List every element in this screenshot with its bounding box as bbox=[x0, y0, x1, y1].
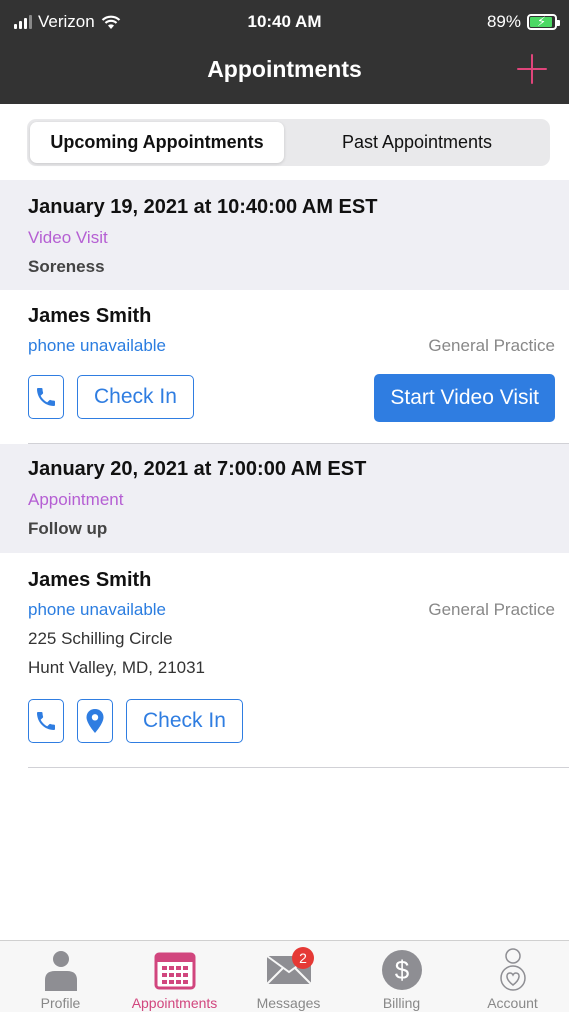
provider-name: James Smith bbox=[28, 569, 152, 591]
status-time: 10:40 AM bbox=[247, 12, 322, 31]
unread-badge: 2 bbox=[292, 947, 314, 969]
directions-button[interactable] bbox=[77, 699, 113, 743]
appointment-actions: Check In bbox=[28, 375, 194, 419]
address-line-2: Hunt Valley, MD, 21031 bbox=[28, 658, 206, 677]
provider-specialty: General Practice bbox=[428, 600, 555, 619]
divider bbox=[28, 767, 569, 768]
phone-icon bbox=[37, 712, 55, 730]
address-line-1: 225 Schilling Circle bbox=[28, 629, 173, 648]
provider-phone-link[interactable]: phone unavailable bbox=[28, 336, 166, 356]
tab-upcoming-appointments[interactable]: Upcoming Appointments bbox=[30, 122, 284, 163]
appointment-reason: Soreness bbox=[28, 257, 105, 276]
tab-past-appointments[interactable]: Past Appointments bbox=[287, 122, 547, 163]
appointments-segmented-control: Upcoming Appointments Past Appointments bbox=[27, 119, 550, 166]
start-video-visit-button[interactable]: Start Video Visit bbox=[374, 374, 555, 422]
appointment-type: Video Visit bbox=[28, 228, 108, 247]
appointment-type: Appointment bbox=[28, 490, 124, 509]
status-bar: Verizon 10:40 AM 89% ⚡ bbox=[0, 0, 569, 40]
tab-messages[interactable]: 2 Messages bbox=[232, 945, 345, 1011]
person-icon bbox=[44, 951, 77, 991]
map-pin-icon bbox=[86, 709, 104, 733]
check-in-button[interactable]: Check In bbox=[126, 699, 243, 743]
calendar-icon bbox=[154, 952, 195, 990]
appointment-header[interactable]: January 20, 2021 at 7:00:00 AM EST Appoi… bbox=[0, 444, 569, 553]
tab-profile[interactable]: Profile bbox=[4, 945, 117, 1011]
tab-bar: Profile Appointments 2 Messages $ Billin… bbox=[0, 940, 569, 1012]
appointment-details: James Smith phone unavailable General Pr… bbox=[0, 569, 569, 678]
tab-label: Appointments bbox=[131, 995, 218, 1011]
appointment-details: James Smith phone unavailable General Pr… bbox=[0, 305, 569, 356]
appointment-reason: Follow up bbox=[28, 519, 108, 538]
appointment-header[interactable]: January 19, 2021 at 10:40:00 AM EST Vide… bbox=[0, 180, 569, 290]
provider-phone-link[interactable]: phone unavailable bbox=[28, 600, 166, 620]
tab-label: Account bbox=[487, 995, 538, 1011]
top-bar: Verizon 10:40 AM 89% ⚡ Appointments bbox=[0, 0, 569, 104]
appointment-actions: Check In bbox=[28, 699, 243, 743]
tab-label: Messages bbox=[256, 995, 321, 1011]
tab-account[interactable]: Account bbox=[456, 945, 569, 1011]
check-in-button[interactable]: Check In bbox=[77, 375, 194, 419]
tab-label: Billing bbox=[382, 995, 421, 1011]
call-button[interactable] bbox=[28, 699, 64, 743]
appointment-datetime: January 19, 2021 at 10:40:00 AM EST bbox=[28, 196, 378, 218]
tab-appointments[interactable]: Appointments bbox=[118, 945, 231, 1011]
provider-specialty: General Practice bbox=[428, 336, 555, 355]
provider-name: James Smith bbox=[28, 305, 152, 327]
battery-percent: 89% bbox=[486, 12, 521, 31]
tab-label: Profile bbox=[40, 995, 81, 1011]
call-button[interactable] bbox=[28, 375, 64, 419]
battery-status: 89% ⚡ bbox=[486, 12, 560, 32]
svg-text:$: $ bbox=[394, 955, 409, 985]
dollar-icon: $ bbox=[381, 950, 422, 990]
tab-billing[interactable]: $ Billing bbox=[345, 945, 458, 1011]
appointment-datetime: January 20, 2021 at 7:00:00 AM EST bbox=[28, 458, 367, 480]
page-title: Appointments bbox=[207, 56, 362, 82]
add-appointment-button[interactable] bbox=[515, 52, 549, 86]
account-icon bbox=[499, 948, 526, 991]
battery-icon: ⚡ bbox=[527, 14, 560, 30]
phone-icon bbox=[37, 388, 55, 406]
